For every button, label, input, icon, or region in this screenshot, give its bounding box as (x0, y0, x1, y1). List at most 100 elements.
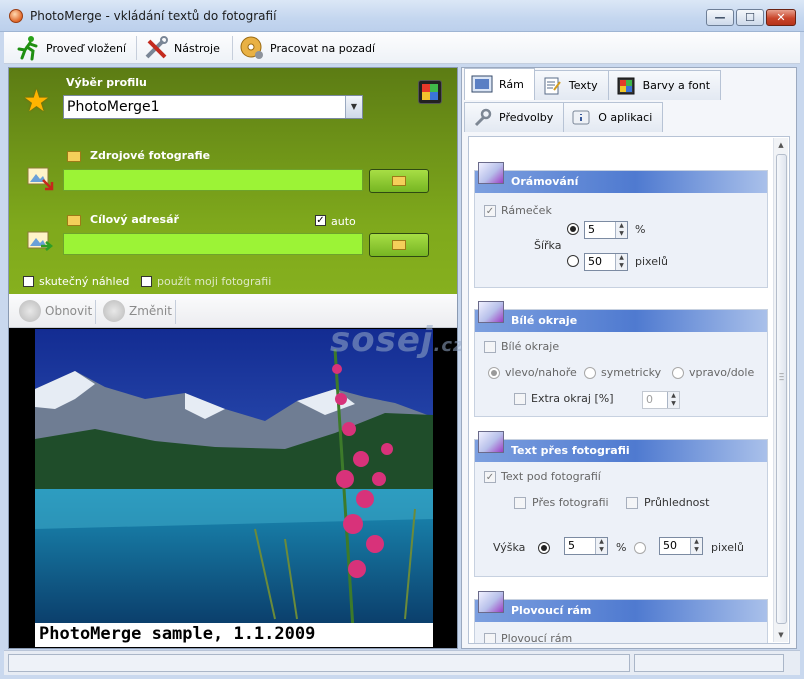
profile-value: PhotoMerge1 (67, 99, 160, 115)
text-doc-icon (541, 76, 563, 96)
tab-row-bottom: Předvolby O aplikaci (464, 100, 664, 132)
background-work-button[interactable]: Pracovat na pozadí (238, 32, 375, 64)
window-title: PhotoMerge - vkládání textů do fotografi… (30, 9, 277, 23)
tab-colors-font-label: Barvy a font (642, 79, 711, 92)
frame-checkbox[interactable]: ✓ (484, 205, 496, 217)
height-pixel-radio[interactable] (634, 542, 646, 554)
text-overlay-icon (478, 431, 504, 453)
bottom-right-radio[interactable] (672, 367, 684, 379)
extra-border-checkbox[interactable] (514, 393, 526, 405)
maximize-icon: ☐ (745, 11, 755, 24)
source-path-input[interactable] (63, 169, 363, 191)
folder-icon (67, 215, 81, 226)
browse-source-button[interactable] (369, 169, 429, 193)
stepper-arrows-icon[interactable]: ▲ ▼ (595, 538, 607, 554)
auto-checkbox[interactable]: ✓ (315, 215, 326, 226)
target-dir-label: Cílový adresář (90, 213, 179, 226)
stepper-arrows-icon[interactable]: ▲ ▼ (667, 392, 679, 408)
over-photo-checkbox[interactable] (514, 497, 526, 509)
profile-select[interactable]: PhotoMerge1 ▼ (63, 95, 363, 119)
watermark-logo: sosej.cz (330, 320, 465, 360)
tools-button[interactable]: Nástroje (142, 32, 220, 64)
change-icon (103, 300, 125, 322)
frame-settings-area: Orámování ✓ Rámeček 5 ▲ ▼ % Šířka 50 ▲ ▼ p… (468, 136, 790, 644)
preview-photo: PhotoMerge sample, 1.1.2009 (35, 329, 433, 647)
height-percent-stepper[interactable]: 5 ▲ ▼ (564, 537, 608, 555)
refresh-button[interactable]: Obnovit (19, 294, 92, 328)
settings-panel: ★ Výběr profilu PhotoMerge1 ▼ Zdrojové f… (9, 68, 457, 294)
transparency-checkbox[interactable] (626, 497, 638, 509)
group-framing-header: Orámování (475, 162, 767, 193)
group-text-over-photo-header: Text přes fotografii (475, 431, 767, 462)
extra-border-value: 0 (646, 393, 653, 406)
group-text-over-photo-title: Text přes fotografii (511, 444, 630, 457)
close-button[interactable]: ✕ (766, 9, 796, 26)
tab-preferences-label: Předvolby (499, 111, 554, 124)
tab-frame[interactable]: Rám (464, 68, 535, 100)
watermark-suffix: .cz (433, 335, 465, 356)
minimize-button[interactable]: — (706, 9, 734, 26)
real-preview-checkbox[interactable] (23, 276, 34, 287)
scroll-down-icon[interactable]: ▼ (774, 628, 788, 642)
status-cell-main (8, 654, 630, 672)
close-icon: ✕ (776, 11, 786, 24)
title-bar: PhotoMerge - vkládání textů do fotografi… (0, 0, 804, 32)
stepper-arrows-icon[interactable]: ▲ ▼ (615, 254, 627, 270)
width-percent-stepper[interactable]: 5 ▲ ▼ (584, 221, 628, 239)
width-percent-value: 5 (588, 223, 595, 236)
extra-border-stepper[interactable]: 0 ▲ ▼ (642, 391, 680, 409)
vertical-scrollbar[interactable]: ▲ ‒ ‒ ‒ ▼ (773, 138, 788, 642)
minimize-icon: — (714, 11, 726, 24)
use-my-photo-checkbox[interactable] (141, 276, 152, 287)
browse-target-button[interactable] (369, 233, 429, 257)
symmetric-label: symetricky (601, 366, 662, 379)
tools-icon (142, 34, 170, 62)
tab-texts[interactable]: Texty (533, 70, 609, 100)
tab-preferences[interactable]: Předvolby (464, 102, 565, 132)
height-pixel-unit: pixelů (711, 541, 745, 554)
run-merge-button[interactable]: Proveď vložení (14, 32, 126, 64)
stepper-arrows-icon[interactable]: ▲ ▼ (615, 222, 627, 238)
scroll-up-icon[interactable]: ▲ (774, 138, 788, 152)
chevron-down-icon[interactable]: ▼ (345, 96, 362, 118)
cd-gear-icon (238, 34, 266, 62)
running-man-icon (14, 34, 42, 62)
width-pixel-radio[interactable] (567, 255, 579, 267)
height-pixel-stepper[interactable]: 50 ▲ ▼ (659, 537, 703, 555)
height-percent-radio[interactable] (538, 542, 550, 554)
extra-border-label: Extra okraj [%] (531, 392, 614, 405)
over-photo-label: Přes fotografii (532, 496, 609, 509)
tools-label: Nástroje (174, 41, 220, 55)
stepper-arrows-icon[interactable]: ▲ ▼ (690, 538, 702, 554)
white-border-icon (478, 301, 504, 323)
white-borders-checkbox[interactable] (484, 341, 496, 353)
app-icon (9, 9, 23, 23)
width-pixel-stepper[interactable]: 50 ▲ ▼ (584, 253, 628, 271)
symmetric-radio[interactable] (584, 367, 596, 379)
height-pixel-value: 50 (663, 539, 677, 552)
target-path-input[interactable] (63, 233, 363, 255)
tab-colors-font[interactable]: Barvy a font (607, 70, 722, 100)
floating-frame-checkbox[interactable] (484, 633, 496, 643)
tab-texts-label: Texty (568, 79, 598, 92)
photos-target-icon (25, 226, 55, 256)
width-percent-radio[interactable] (567, 223, 579, 235)
floating-frame-label: Plovoucí rám (501, 632, 573, 644)
group-floating-frame-header: Plovoucí rám (475, 591, 767, 622)
maximize-button[interactable]: ☐ (736, 9, 764, 26)
change-button[interactable]: Změnit (103, 294, 172, 328)
group-floating-frame-title: Plovoucí rám (511, 604, 592, 617)
color-scheme-button[interactable] (418, 80, 442, 104)
scroll-thumb[interactable]: ‒ ‒ ‒ (776, 154, 787, 624)
refresh-label: Obnovit (45, 304, 93, 318)
group-white-borders-title: Bílé okraje (511, 314, 578, 327)
transparency-label: Průhlednost (644, 496, 710, 509)
tab-about[interactable]: O aplikaci (563, 102, 664, 132)
group-text-over-photo: Text přes fotografii ✓ Text pod fotograf… (474, 431, 768, 577)
grip-icon: ‒ ‒ ‒ (779, 369, 785, 384)
top-left-radio[interactable] (488, 367, 500, 379)
background-work-label: Pracovat na pozadí (270, 41, 376, 55)
text-below-checkbox[interactable]: ✓ (484, 471, 496, 483)
group-framing-title: Orámování (511, 175, 579, 188)
source-photos-label: Zdrojové fotografie (90, 149, 211, 162)
